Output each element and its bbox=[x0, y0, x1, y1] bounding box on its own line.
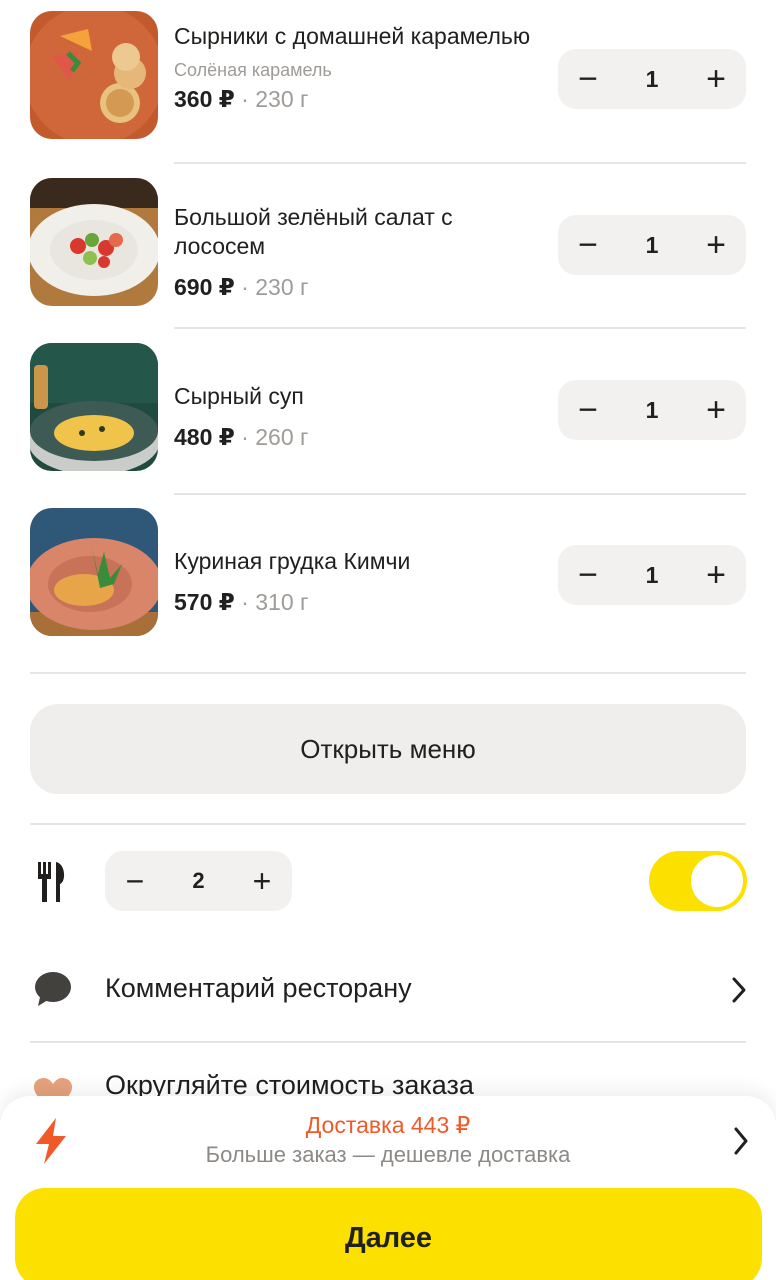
comment-bubble-icon bbox=[35, 972, 71, 1006]
increase-button[interactable]: + bbox=[686, 545, 746, 605]
separator: · bbox=[234, 86, 256, 112]
cart-item-name: Сырники с домашней карамелью bbox=[174, 23, 531, 49]
cart-item-price-row: 360 ₽ · 230 г bbox=[174, 85, 534, 113]
decrease-button[interactable]: − bbox=[558, 49, 618, 109]
cart-item-name: Куриная грудка Кимчи bbox=[174, 548, 411, 574]
checkout-bottom-sheet: Доставка 443 ₽ Больше заказ — дешевле до… bbox=[0, 1096, 776, 1280]
salad-photo[interactable] bbox=[30, 178, 158, 306]
quantity-value: 1 bbox=[645, 561, 659, 588]
cutlery-row: − 2 + bbox=[0, 850, 776, 912]
increase-button[interactable]: + bbox=[686, 49, 746, 109]
quantity-value: 1 bbox=[645, 231, 659, 258]
divider bbox=[30, 1041, 746, 1043]
next-button[interactable]: Далее bbox=[15, 1188, 762, 1280]
cart-item-modifier: Солёная карамель bbox=[174, 60, 332, 80]
toggle-knob bbox=[691, 855, 743, 907]
increase-button[interactable]: + bbox=[686, 380, 746, 440]
cutlery-toggle[interactable] bbox=[649, 851, 747, 911]
increase-button[interactable]: + bbox=[232, 851, 292, 911]
cart-item-info: Сырники с домашней карамелью Солёная кар… bbox=[174, 22, 534, 113]
decrease-button[interactable]: − bbox=[558, 380, 618, 440]
delivery-hint: Больше заказ — дешевле доставка bbox=[205, 1142, 571, 1167]
delivery-info-row[interactable]: Доставка 443 ₽ Больше заказ — дешевле до… bbox=[0, 1108, 776, 1178]
cart-item-weight: 310 г bbox=[255, 589, 309, 615]
cart-item-name: Большой зелёный салат с лососем bbox=[174, 204, 453, 259]
cutlery-stepper: − 2 + bbox=[105, 851, 292, 911]
quantity-stepper: − 1 + bbox=[558, 380, 746, 440]
open-menu-button[interactable]: Открыть меню bbox=[30, 704, 746, 794]
decrease-button[interactable]: − bbox=[105, 851, 165, 911]
cart-item: Большой зелёный салат с лососем 690 ₽ · … bbox=[0, 165, 776, 330]
cart-item-price-row: 690 ₽ · 230 г bbox=[174, 273, 534, 301]
cart-item-weight: 230 г bbox=[255, 86, 309, 112]
cart-item-weight: 260 г bbox=[255, 424, 309, 450]
decrease-button[interactable]: − bbox=[558, 545, 618, 605]
cart-item-price-row: 480 ₽ · 260 г bbox=[174, 423, 534, 451]
separator: · bbox=[234, 424, 256, 450]
decrease-button[interactable]: − bbox=[558, 215, 618, 275]
cart-item-price: 480 ₽ bbox=[174, 424, 235, 450]
cart-item-price: 690 ₽ bbox=[174, 274, 235, 300]
separator: · bbox=[234, 589, 256, 615]
cart-item: Куриная грудка Кимчи 570 ₽ · 310 г − 1 + bbox=[0, 495, 776, 660]
cart-item-price-row: 570 ₽ · 310 г bbox=[174, 588, 534, 616]
cart-item-info: Большой зелёный салат с лососем 690 ₽ · … bbox=[174, 203, 534, 301]
delivery-price: Доставка 443 ₽ bbox=[305, 1112, 471, 1138]
quantity-value: 1 bbox=[645, 396, 659, 423]
cart-item-price: 360 ₽ bbox=[174, 86, 235, 112]
cart-item-info: Сырный суп 480 ₽ · 260 г bbox=[174, 382, 534, 451]
divider bbox=[30, 672, 746, 674]
chicken-photo[interactable] bbox=[30, 508, 158, 636]
quantity-value: 1 bbox=[645, 65, 659, 92]
cart-item-name: Сырный суп bbox=[174, 383, 304, 409]
cart-item-info: Куриная грудка Кимчи 570 ₽ · 310 г bbox=[174, 547, 534, 616]
restaurant-comment-row[interactable]: Комментарий ресторану bbox=[0, 955, 776, 1025]
quantity-stepper: − 1 + bbox=[558, 545, 746, 605]
cart-item-weight: 230 г bbox=[255, 274, 309, 300]
increase-button[interactable]: + bbox=[686, 215, 746, 275]
cart-item: Сырники с домашней карамелью Солёная кар… bbox=[0, 0, 776, 165]
divider bbox=[174, 327, 746, 329]
chevron-right-icon bbox=[732, 977, 746, 1003]
quantity-stepper: − 1 + bbox=[558, 49, 746, 109]
cart-item: Сырный суп 480 ₽ · 260 г − 1 + bbox=[0, 330, 776, 495]
syrniki-photo[interactable] bbox=[30, 11, 158, 139]
separator: · bbox=[234, 274, 256, 300]
divider bbox=[30, 823, 746, 825]
cutlery-quantity: 2 bbox=[192, 868, 205, 893]
chevron-right-icon bbox=[734, 1127, 748, 1155]
restaurant-comment-label: Комментарий ресторану bbox=[105, 973, 412, 1003]
cart-item-price: 570 ₽ bbox=[174, 589, 235, 615]
divider bbox=[174, 162, 746, 164]
quantity-stepper: − 1 + bbox=[558, 215, 746, 275]
soup-photo[interactable] bbox=[30, 343, 158, 471]
cutlery-icon bbox=[38, 862, 65, 902]
